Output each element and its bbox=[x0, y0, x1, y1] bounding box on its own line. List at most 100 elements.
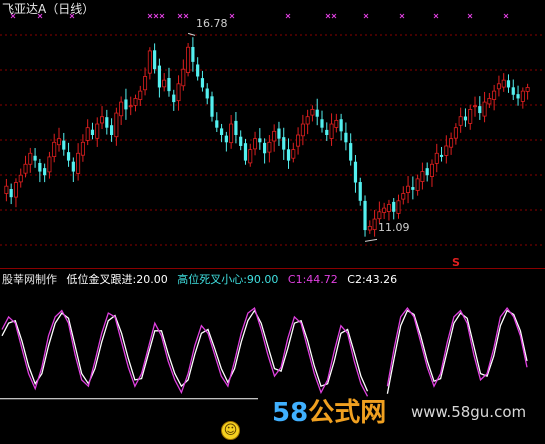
candle-body-19 bbox=[95, 123, 100, 139]
candle-body-52 bbox=[253, 138, 258, 150]
candle-7 bbox=[38, 158, 42, 183]
candle-27 bbox=[133, 94, 138, 112]
candle-body-73 bbox=[353, 161, 358, 183]
candle-54 bbox=[263, 138, 267, 164]
candle-body-3 bbox=[18, 174, 23, 183]
candle-22 bbox=[109, 118, 114, 142]
candle-body-85 bbox=[411, 187, 415, 190]
candle-85 bbox=[411, 176, 415, 200]
candle-93 bbox=[449, 132, 454, 155]
watermark-text: 公式网 bbox=[308, 398, 387, 428]
candle-body-71 bbox=[344, 132, 348, 143]
candle-body-58 bbox=[282, 137, 286, 150]
candle-body-86 bbox=[415, 178, 420, 191]
candle-67 bbox=[325, 122, 329, 141]
candle-55 bbox=[267, 135, 272, 163]
candle-body-27 bbox=[133, 98, 138, 106]
candle-17 bbox=[85, 119, 90, 146]
cross-marker-7 bbox=[183, 13, 189, 19]
candle-69 bbox=[334, 113, 339, 133]
candle-body-2 bbox=[13, 182, 18, 198]
candle-32 bbox=[157, 58, 162, 98]
candle-75 bbox=[363, 195, 367, 237]
candle-body-20 bbox=[100, 116, 105, 124]
candle-91 bbox=[439, 146, 444, 162]
candle-body-25 bbox=[124, 99, 128, 110]
cross-marker-11 bbox=[331, 13, 337, 19]
candle-body-75 bbox=[363, 200, 367, 231]
candle-86 bbox=[415, 174, 420, 196]
candle-body-38 bbox=[186, 46, 191, 73]
candle-body-89 bbox=[429, 163, 434, 177]
candle-100 bbox=[482, 91, 487, 123]
candle-body-55 bbox=[267, 141, 272, 153]
candle-46 bbox=[224, 131, 228, 152]
candle-body-70 bbox=[339, 119, 343, 132]
candle-body-96 bbox=[463, 116, 468, 121]
candle-body-17 bbox=[85, 127, 90, 141]
candle-36 bbox=[176, 75, 181, 111]
candle-body-54 bbox=[263, 142, 267, 154]
watermark-url: www.58gu.com bbox=[411, 403, 527, 421]
candle-body-51 bbox=[248, 149, 253, 164]
candle-body-79 bbox=[382, 207, 387, 213]
candle-40 bbox=[196, 57, 200, 81]
candle-body-41 bbox=[200, 78, 205, 88]
candle-body-98 bbox=[473, 105, 478, 108]
candle-body-22 bbox=[109, 125, 114, 135]
candle-61 bbox=[296, 127, 301, 155]
candle-73 bbox=[353, 155, 358, 193]
candle-body-1 bbox=[9, 188, 13, 198]
candle-42 bbox=[205, 83, 209, 105]
candle-96 bbox=[463, 108, 468, 127]
candle-body-61 bbox=[296, 134, 301, 147]
candle-109 bbox=[525, 83, 530, 100]
watermark-logo: 58公式网 bbox=[272, 392, 386, 429]
candle-body-92 bbox=[444, 145, 449, 156]
candle-body-103 bbox=[496, 83, 501, 90]
candle-body-44 bbox=[215, 120, 219, 128]
candle-body-83 bbox=[401, 193, 406, 200]
candle-body-10 bbox=[52, 141, 57, 157]
candle-29 bbox=[143, 67, 148, 96]
cross-marker-5 bbox=[159, 13, 165, 19]
candle-79 bbox=[382, 202, 387, 219]
candle-38 bbox=[186, 42, 191, 77]
cross-marker-8 bbox=[229, 13, 235, 19]
candle-body-14 bbox=[71, 161, 75, 172]
candle-body-59 bbox=[286, 149, 291, 161]
candle-body-76 bbox=[367, 226, 372, 231]
candle-19 bbox=[95, 117, 100, 147]
candle-body-37 bbox=[181, 68, 186, 87]
candle-47 bbox=[229, 114, 234, 149]
candle-body-90 bbox=[434, 152, 439, 164]
candle-body-43 bbox=[210, 96, 214, 117]
candle-2 bbox=[13, 178, 18, 208]
price-panel[interactable] bbox=[0, 0, 545, 268]
candle-body-18 bbox=[90, 129, 95, 135]
candle-body-77 bbox=[372, 218, 377, 231]
candle-39 bbox=[191, 37, 195, 72]
candle-body-99 bbox=[478, 106, 482, 114]
candle-98 bbox=[473, 96, 478, 117]
series-c2-line bbox=[1, 309, 528, 394]
panel-divider bbox=[0, 268, 545, 269]
candle-12 bbox=[62, 132, 66, 156]
candle-94 bbox=[453, 123, 458, 145]
candle-body-40 bbox=[196, 64, 200, 77]
candle-body-32 bbox=[157, 65, 162, 88]
candle-body-93 bbox=[449, 138, 454, 148]
candle-103 bbox=[496, 75, 501, 97]
candle-57 bbox=[277, 121, 281, 146]
candle-45 bbox=[219, 123, 224, 143]
candle-56 bbox=[272, 124, 277, 152]
candle-71 bbox=[344, 122, 348, 151]
candle-43 bbox=[210, 91, 214, 122]
candle-14 bbox=[71, 157, 75, 182]
candle-5 bbox=[28, 147, 33, 173]
candle-49 bbox=[239, 130, 243, 151]
candle-30 bbox=[147, 47, 152, 80]
candle-body-0 bbox=[4, 185, 9, 194]
candle-body-106 bbox=[511, 87, 515, 95]
candle-68 bbox=[329, 113, 334, 146]
